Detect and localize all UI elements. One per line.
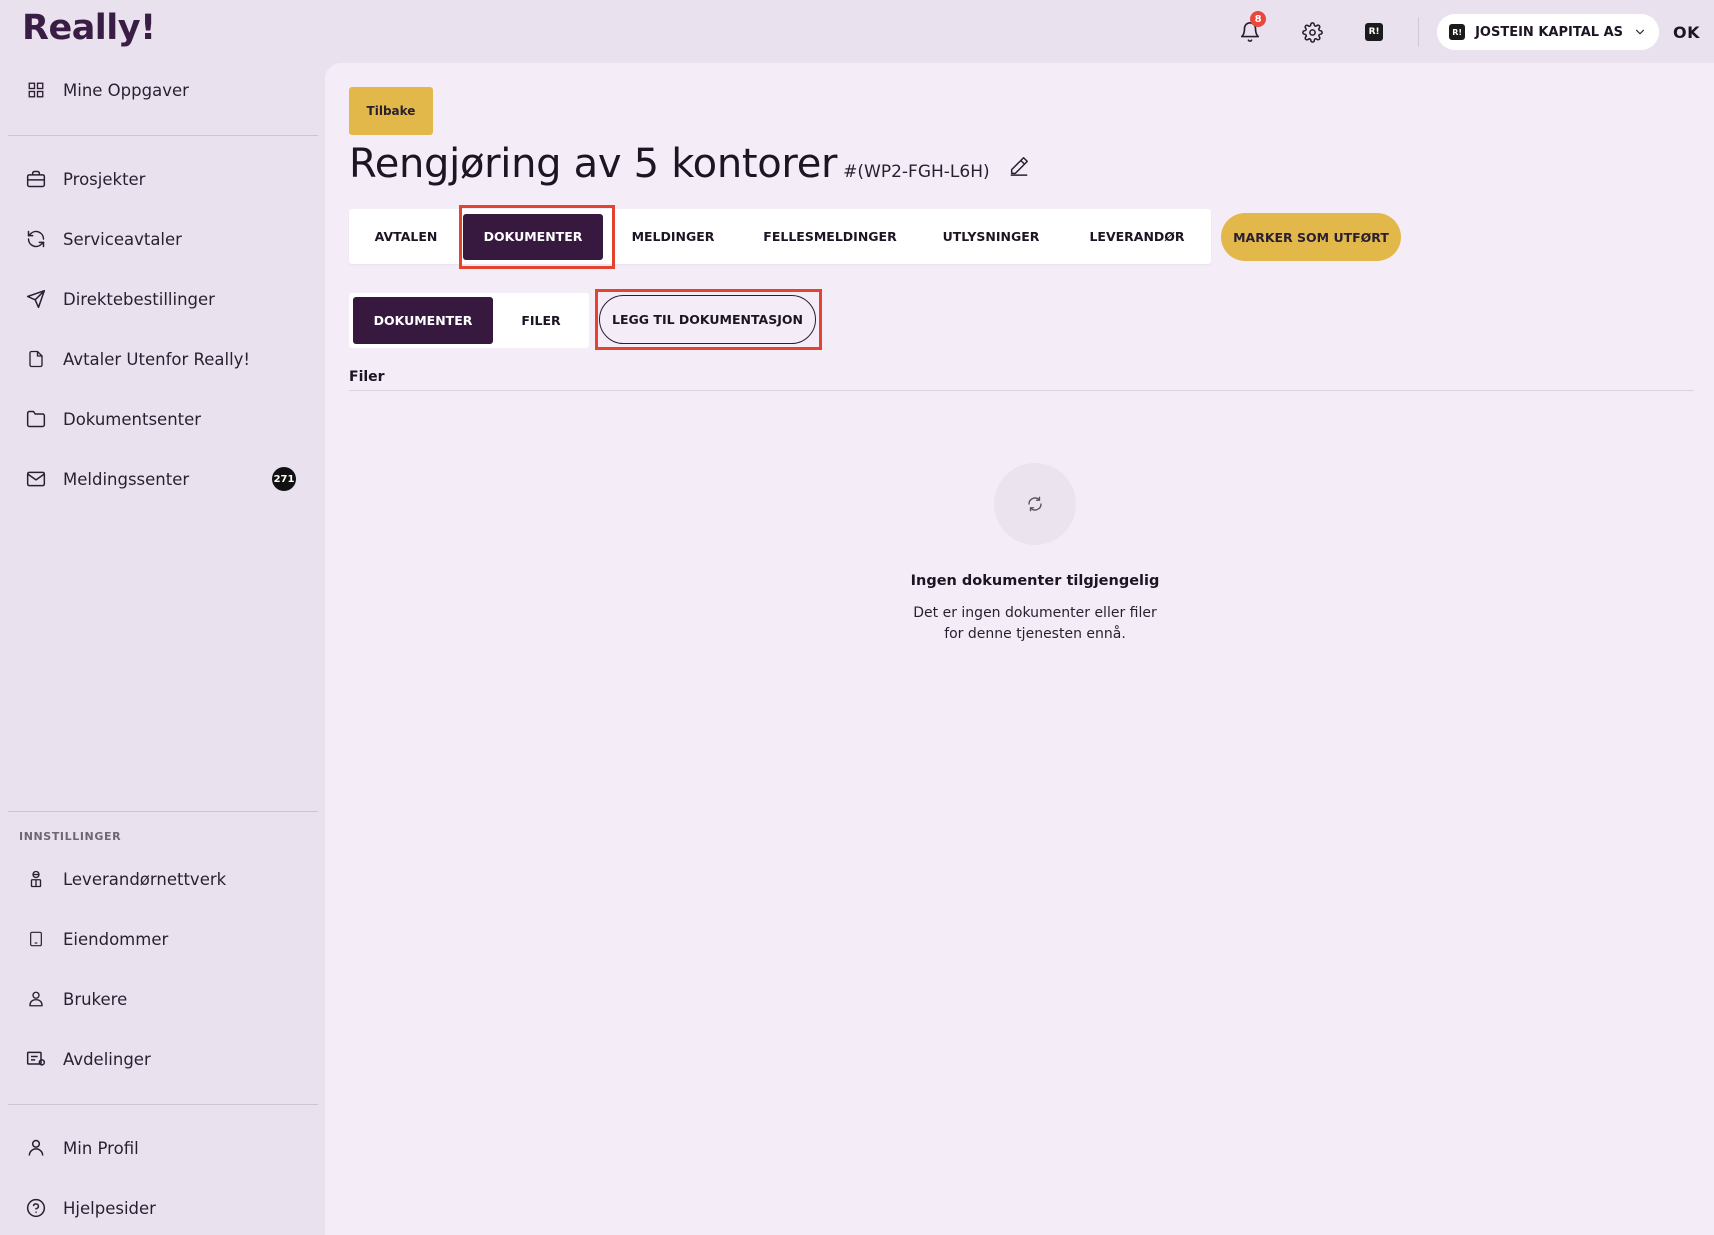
empty-state-description: Det er ingen dokumenter eller filer for …	[913, 605, 1157, 642]
files-divider	[349, 390, 1694, 391]
sidebar-item-direktebestillinger[interactable]: Direktebestillinger	[18, 275, 308, 323]
sidebar-item-label: Serviceavtaler	[63, 229, 182, 249]
main-tabs: AVTALEN DOKUMENTER MELDINGER FELLESMELDI…	[349, 209, 1211, 264]
sidebar-item-avdelinger[interactable]: Avdelinger	[18, 1035, 308, 1083]
tab-dokumenter[interactable]: DOKUMENTER	[463, 213, 603, 260]
settings-section-title: INNSTILLINGER	[19, 830, 122, 843]
departments-icon	[18, 1041, 54, 1077]
brand-switch-button[interactable]: R!	[1356, 14, 1392, 50]
sidebar-item-label: Avtaler Utenfor Really!	[63, 349, 251, 369]
page-title: Rengjøring av 5 kontorer	[349, 141, 838, 187]
profile-icon	[18, 1130, 54, 1166]
document-icon	[18, 341, 54, 377]
edit-title-button[interactable]	[1008, 155, 1030, 181]
sidebar-item-label: Eiendommer	[63, 929, 169, 949]
sidebar-item-label: Dokumentsenter	[63, 409, 202, 429]
company-logo-icon: R!	[1449, 24, 1466, 40]
sidebar-item-avtaler-utenfor[interactable]: Avtaler Utenfor Really!	[18, 335, 308, 383]
sidebar-item-eiendommer[interactable]: Eiendommer	[18, 915, 308, 963]
empty-state-title: Ingen dokumenter tilgjengelig	[910, 573, 1160, 589]
sidebar-item-meldingssenter[interactable]: Meldingssenter 271	[18, 455, 308, 503]
title-row: Rengjøring av 5 kontorer #(WP2-FGH-L6H)	[349, 141, 1030, 187]
help-icon	[18, 1190, 54, 1226]
tab-meldinger[interactable]: MELDINGER	[603, 214, 743, 260]
tab-fellesmeldinger[interactable]: FELLESMELDINGER	[743, 214, 917, 260]
sidebar-item-min-profil[interactable]: Min Profil	[18, 1124, 308, 1172]
sidebar-item-label: Mine Oppgaver	[63, 80, 189, 100]
sidebar-item-label: Direktebestillinger	[63, 289, 215, 309]
sidebar-item-label: Hjelpesider	[63, 1198, 156, 1218]
top-toolbar: 8 R! R! JOSTEIN KAPITAL AS OK	[1232, 11, 1714, 50]
gear-icon	[1301, 21, 1323, 43]
chevron-down-icon	[1635, 29, 1645, 35]
sidebar-item-label: Avdelinger	[63, 1049, 151, 1069]
subtab-filer[interactable]: FILER	[493, 297, 589, 344]
folder-icon	[18, 401, 54, 437]
sidebar-item-leverandornettverk[interactable]: Leverandørnettverk	[18, 855, 308, 903]
empty-state-icon-wrap	[994, 463, 1076, 545]
user-icon	[18, 981, 54, 1017]
empty-state: Ingen dokumenter tilgjengelig Det er ing…	[865, 463, 1205, 645]
sidebar-item-dokumentsenter[interactable]: Dokumentsenter	[18, 395, 308, 443]
notifications-button[interactable]: 8	[1232, 11, 1268, 50]
sidebar-divider	[8, 135, 318, 136]
settings-button[interactable]	[1294, 14, 1330, 50]
sidebar-item-label: Meldingssenter	[63, 469, 190, 489]
brand-badge-icon: R!	[1365, 23, 1384, 41]
sidebar-item-serviceavtaler[interactable]: Serviceavtaler	[18, 215, 308, 263]
building-icon	[18, 921, 54, 957]
sidebar-item-prosjekter[interactable]: Prosjekter	[18, 155, 308, 203]
subtab-dokumenter[interactable]: DOKUMENTER	[353, 297, 493, 344]
send-icon	[18, 281, 54, 317]
sidebar-item-label: Prosjekter	[63, 169, 146, 189]
briefcase-icon	[18, 161, 54, 197]
user-initials-button[interactable]: OK	[1673, 23, 1700, 42]
sidebar-item-mine-oppgaver[interactable]: Mine Oppgaver	[18, 66, 308, 114]
main-panel: Tilbake Rengjøring av 5 kontorer #(WP2-F…	[325, 63, 1714, 1235]
tab-leverandor[interactable]: LEVERANDØR	[1065, 214, 1209, 260]
add-documentation-button[interactable]: LEGG TIL DOKUMENTASJON	[599, 295, 816, 344]
grid-icon	[18, 72, 54, 108]
sidebar-item-brukere[interactable]: Brukere	[18, 975, 308, 1023]
sidebar-divider	[8, 811, 318, 812]
pencil-icon	[1010, 157, 1028, 176]
mail-icon	[18, 461, 54, 497]
refresh-icon	[18, 221, 54, 257]
sidebar-divider	[8, 1104, 318, 1105]
sidebar-item-hjelpesider[interactable]: Hjelpesider	[18, 1184, 308, 1232]
agreement-id: #(WP2-FGH-L6H)	[843, 162, 990, 182]
mark-done-button[interactable]: MARKER SOM UTFØRT	[1221, 213, 1401, 261]
message-count-badge: 271	[272, 467, 296, 491]
notifications-count-badge: 8	[1250, 11, 1267, 27]
back-button[interactable]: Tilbake	[349, 87, 433, 135]
company-name: JOSTEIN KAPITAL AS	[1475, 24, 1623, 40]
supplier-icon	[18, 861, 54, 897]
tab-utlysninger[interactable]: UTLYSNINGER	[917, 214, 1065, 260]
sidebar-item-label: Min Profil	[63, 1138, 139, 1158]
loading-refresh-icon	[1028, 496, 1042, 512]
sidebar-item-label: Brukere	[63, 989, 128, 1009]
sidebar: Mine Oppgaver Prosjekter Serviceavtaler …	[0, 60, 325, 1235]
sub-tabs: DOKUMENTER FILER	[349, 293, 589, 348]
files-section-label: Filer	[349, 369, 385, 385]
tab-avtalen[interactable]: AVTALEN	[349, 214, 463, 260]
sidebar-item-label: Leverandørnettverk	[63, 869, 227, 889]
header-divider	[1418, 17, 1420, 47]
company-selector[interactable]: R! JOSTEIN KAPITAL AS	[1437, 14, 1659, 50]
app-logo[interactable]: Really!	[22, 8, 156, 48]
